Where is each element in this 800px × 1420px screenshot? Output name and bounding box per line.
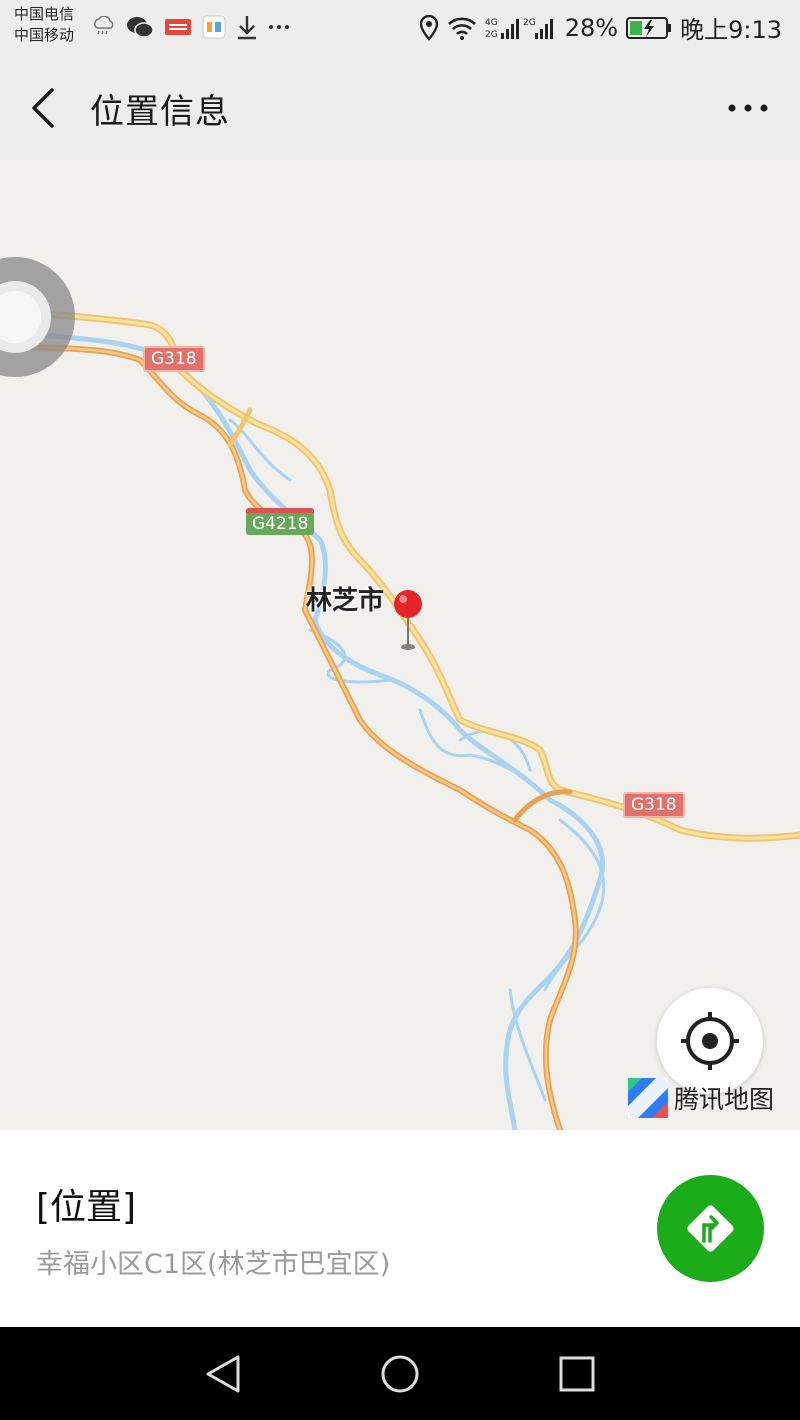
app-bar: 位置信息	[0, 56, 800, 160]
more-dots-icon	[269, 25, 289, 29]
status-bar: 中国电信 中国移动 4G 2G 2G 28% 晚上9:13	[0, 0, 800, 56]
road-label-g318: G318	[143, 346, 205, 372]
download-icon	[238, 16, 256, 40]
city-label: 林芝市	[306, 586, 385, 616]
nav-recents-icon[interactable]	[558, 1355, 596, 1393]
nav-back-icon[interactable]	[200, 1353, 244, 1395]
map-view[interactable]: G318 G4218 G318 林芝市 腾讯地图	[0, 160, 800, 1130]
toutiao-icon	[165, 19, 191, 35]
system-status: 4G 2G 2G 28% 晚上9:13	[419, 10, 782, 45]
map-provider-name: 腾讯地图	[674, 1085, 775, 1114]
tencent-map-icon	[628, 1078, 668, 1118]
notification-icons	[92, 14, 290, 40]
carrier-2: 中国移动	[14, 26, 75, 44]
carrier-info: 中国电信 中国移动	[14, 4, 74, 46]
signal-icon: 4G 2G 2G	[485, 18, 553, 40]
location-title: [位置]	[36, 1187, 137, 1228]
svg-text:2G: 2G	[485, 30, 498, 40]
wechat-icon	[127, 17, 154, 38]
clock: 晚上9:13	[680, 16, 782, 44]
navigate-button[interactable]	[657, 1175, 764, 1282]
location-address: 幸福小区C1区(林芝市巴宜区)	[36, 1249, 391, 1280]
battery-percent: 28%	[564, 13, 619, 42]
road-label-g4218: G4218	[246, 508, 315, 535]
svg-text:4G: 4G	[485, 18, 498, 28]
navigation-icon	[687, 1205, 734, 1252]
svg-text:2G: 2G	[523, 18, 536, 28]
carrier-1: 中国电信	[14, 5, 75, 23]
back-arrow-icon[interactable]	[26, 86, 62, 130]
location-info-panel: [位置] 幸福小区C1区(林芝市巴宜区)	[0, 1130, 800, 1327]
map-layer	[0, 257, 800, 1130]
nav-home-icon[interactable]	[379, 1353, 421, 1395]
page-title: 位置信息	[90, 92, 230, 132]
map-provider-logo: 腾讯地图	[628, 1078, 774, 1118]
system-nav-bar	[0, 1327, 800, 1420]
more-options-icon[interactable]	[726, 98, 770, 118]
wifi-icon	[447, 17, 476, 40]
cloud-rain-icon	[94, 16, 114, 35]
location-pin-icon	[419, 14, 438, 41]
battery-charging-icon	[626, 16, 672, 39]
58-icon	[202, 15, 226, 39]
gps-accuracy-circle	[0, 257, 75, 377]
road-label-g318-east: G318	[623, 792, 685, 818]
